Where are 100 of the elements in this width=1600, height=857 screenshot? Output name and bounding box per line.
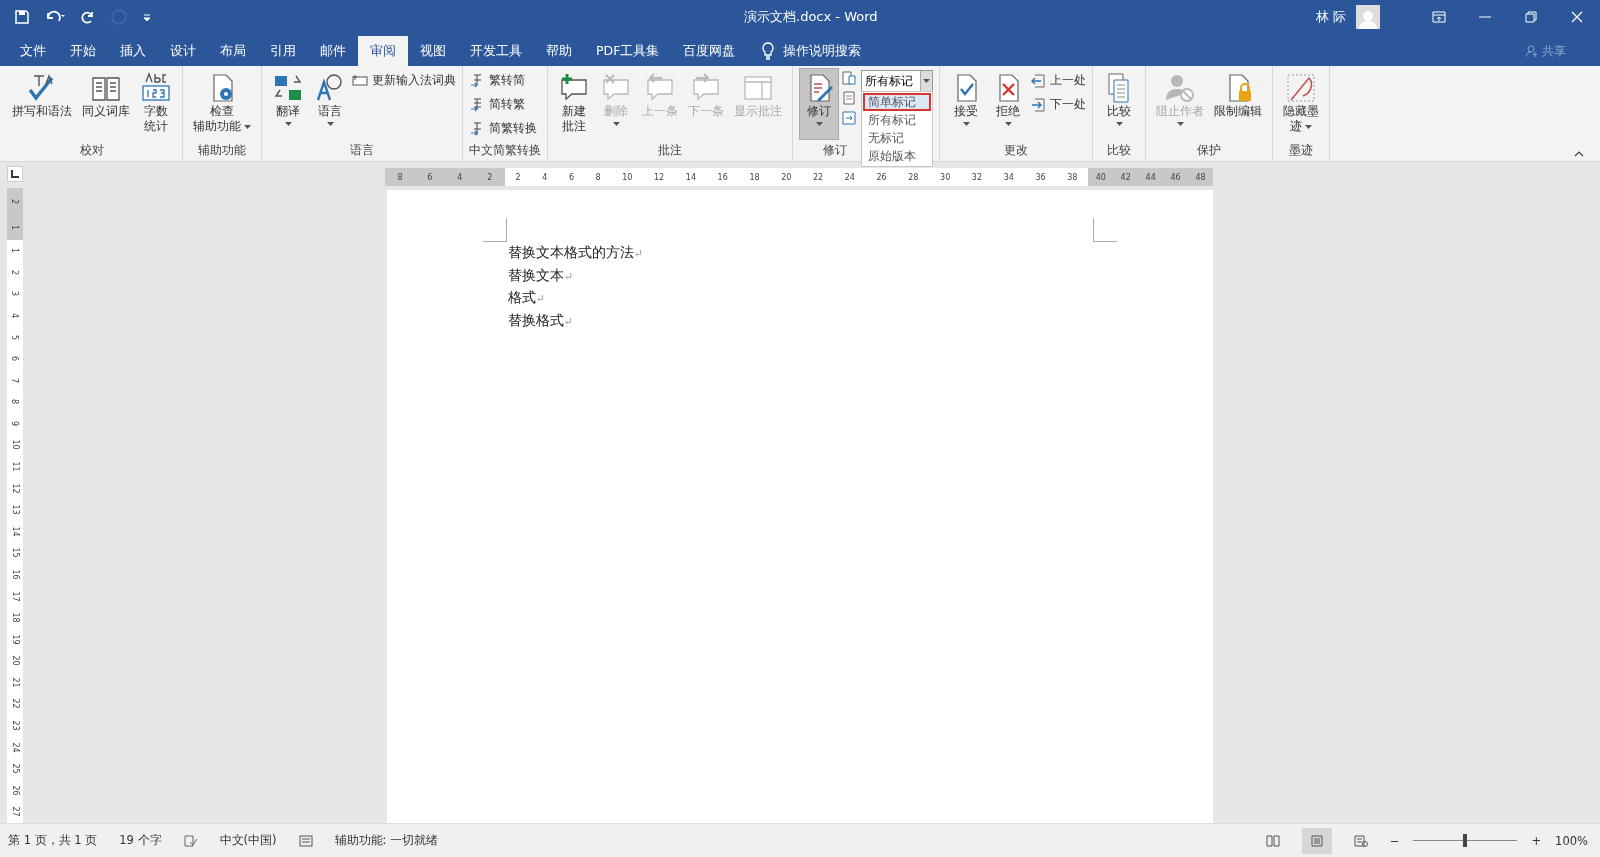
block-authors-icon xyxy=(1164,72,1196,104)
show-markup-icon xyxy=(841,90,857,106)
ruler-number: 4 xyxy=(457,172,463,182)
ribbon-button[interactable]: 拼写和语法 xyxy=(8,68,76,140)
ribbon-tab[interactable]: 文件 xyxy=(8,36,58,66)
zoom-in-button[interactable]: + xyxy=(1531,833,1542,848)
ruler-number: 18 xyxy=(10,612,20,623)
ribbon-tab[interactable]: 插入 xyxy=(108,36,158,66)
document-page[interactable]: 替换文本格式的方法↵ 替换文本↵ 格式↵ 替换格式↵ xyxy=(387,190,1213,823)
ruler-number: 13 xyxy=(10,504,20,515)
tab-stop-icon xyxy=(11,170,19,178)
ruler-number: 16 xyxy=(10,569,20,580)
language-status[interactable]: 中文(中国) xyxy=(219,833,277,848)
ribbon-tab[interactable]: 设计 xyxy=(158,36,208,66)
ribbon-button[interactable]: 字数 统计 xyxy=(136,68,176,140)
ruler-number: 11 xyxy=(10,461,20,472)
markup-display-icon xyxy=(841,70,857,86)
ribbon-button[interactable]: 隐藏墨 迹 xyxy=(1279,68,1323,140)
zoom-out-button[interactable]: − xyxy=(1389,833,1400,848)
ruler-number: 25 xyxy=(10,763,20,774)
ribbon-tab[interactable]: 邮件 xyxy=(308,36,358,66)
accessibility-status[interactable]: 辅助功能: 一切就绪 xyxy=(334,833,439,848)
ribbon-small-button[interactable]: 上一处 xyxy=(1030,70,1086,91)
ruler-number: 24 xyxy=(10,742,20,753)
ribbon-button[interactable]: 同义词库 xyxy=(78,68,134,140)
ruler-number: 48 xyxy=(1195,172,1206,182)
word-count[interactable]: 19 个字 xyxy=(119,833,162,848)
ruler-number: 3 xyxy=(10,291,20,297)
print-layout-button[interactable] xyxy=(1301,827,1332,854)
user-name: 林 际 xyxy=(1315,8,1346,26)
ribbon-tab[interactable]: 开始 xyxy=(58,36,108,66)
ruler-number: 15 xyxy=(10,547,20,558)
group-label: 辅助功能 xyxy=(197,142,247,159)
crop-mark xyxy=(483,218,507,242)
group-label: 保护 xyxy=(1196,142,1222,159)
ribbon-small-button[interactable]: 简转繁 xyxy=(469,94,537,115)
ruler-number: 22 xyxy=(10,698,20,709)
ruler-number: 12 xyxy=(10,483,20,494)
ruler-number: 30 xyxy=(940,172,951,182)
customize-icon[interactable] xyxy=(142,12,152,22)
ribbon-tab[interactable]: 视图 xyxy=(408,36,458,66)
group-label: 批注 xyxy=(657,142,683,159)
ruler-number: 6 xyxy=(427,172,433,182)
document-line: 替换文本↵ xyxy=(508,265,575,285)
ribbon-button[interactable]: 检查 辅助功能 xyxy=(189,68,255,140)
reviewing-pane-icon xyxy=(841,110,857,126)
ruler-number: 19 xyxy=(10,634,20,645)
ruler-number: 23 xyxy=(10,720,20,731)
ribbon-display-icon xyxy=(1432,11,1446,23)
ruler-number: 34 xyxy=(1003,172,1014,182)
ribbon-button[interactable]: 翻译 xyxy=(268,68,308,140)
proofing-icon[interactable] xyxy=(183,834,198,847)
ruler-number: 28 xyxy=(908,172,919,182)
group-label: 墨迹 xyxy=(1288,142,1314,159)
ribbon-tab[interactable]: 审阅 xyxy=(358,36,408,66)
ruler-number: 26 xyxy=(876,172,887,182)
window-title: 演示文档.docx - Word xyxy=(743,8,879,26)
ribbon-button[interactable]: 新建 批注 xyxy=(554,68,594,140)
ribbon-tab[interactable]: 百度网盘 xyxy=(671,36,748,66)
ribbon-button[interactable]: 语言 xyxy=(310,68,350,140)
ribbon-small-button[interactable]: 更新输入法词典 xyxy=(352,70,456,91)
tell-me-search[interactable]: 操作说明搜索 xyxy=(783,42,862,60)
ribbon-tab[interactable]: 引用 xyxy=(258,36,308,66)
ribbon-button[interactable]: 修订 xyxy=(799,68,839,140)
group-label: 中文简繁转换 xyxy=(469,142,541,159)
ruler-number: 27 xyxy=(10,806,20,817)
ribbon-tab[interactable]: 布局 xyxy=(208,36,258,66)
macro-icon[interactable] xyxy=(298,834,313,847)
ribbon-small-button[interactable]: 简繁转换 xyxy=(469,118,537,139)
ribbon-tab[interactable]: PDF工具集 xyxy=(584,36,672,66)
crop-mark xyxy=(1093,218,1117,242)
ribbon-small-button[interactable]: 繁转简 xyxy=(469,70,537,91)
ruler-number: 2 xyxy=(487,172,493,182)
redo-icon[interactable] xyxy=(80,9,96,25)
menu-item[interactable]: 简单标记 xyxy=(863,93,931,111)
ribbon-tab[interactable]: 帮助 xyxy=(534,36,584,66)
ruler-number: 12 xyxy=(654,172,665,182)
ribbon-tab[interactable]: 开发工具 xyxy=(458,36,534,66)
ribbon-button[interactable]: 接受 xyxy=(946,68,986,140)
ribbon-button[interactable]: 拒绝 xyxy=(988,68,1028,140)
ruler-number: 2 xyxy=(10,269,20,275)
ruler-number: 8 xyxy=(595,172,601,182)
ruler-number: 1 xyxy=(10,224,20,230)
ruler-number: 14 xyxy=(685,172,696,182)
person-icon xyxy=(1526,45,1538,57)
web-page-icon xyxy=(1353,834,1368,847)
ribbon-button[interactable]: 限制编辑 xyxy=(1210,68,1266,140)
ruler-number: 8 xyxy=(397,172,403,182)
zoom-level[interactable]: 100% xyxy=(1555,833,1588,848)
page-count[interactable]: 第 1 页，共 1 页 xyxy=(8,833,98,848)
save-icon[interactable] xyxy=(14,9,30,25)
page-icon xyxy=(1310,834,1323,847)
ruler-number: 2 xyxy=(515,172,521,182)
tab-selector[interactable] xyxy=(7,166,23,182)
ribbon-button[interactable]: 比较 xyxy=(1099,68,1139,140)
collapse-ribbon-icon[interactable] xyxy=(1574,151,1584,157)
ribbon-small-button[interactable]: 下一处 xyxy=(1030,94,1086,115)
markup-select[interactable]: 所有标记 xyxy=(861,70,933,92)
group-label: 语言 xyxy=(349,142,375,159)
next-change-icon xyxy=(1030,96,1046,113)
